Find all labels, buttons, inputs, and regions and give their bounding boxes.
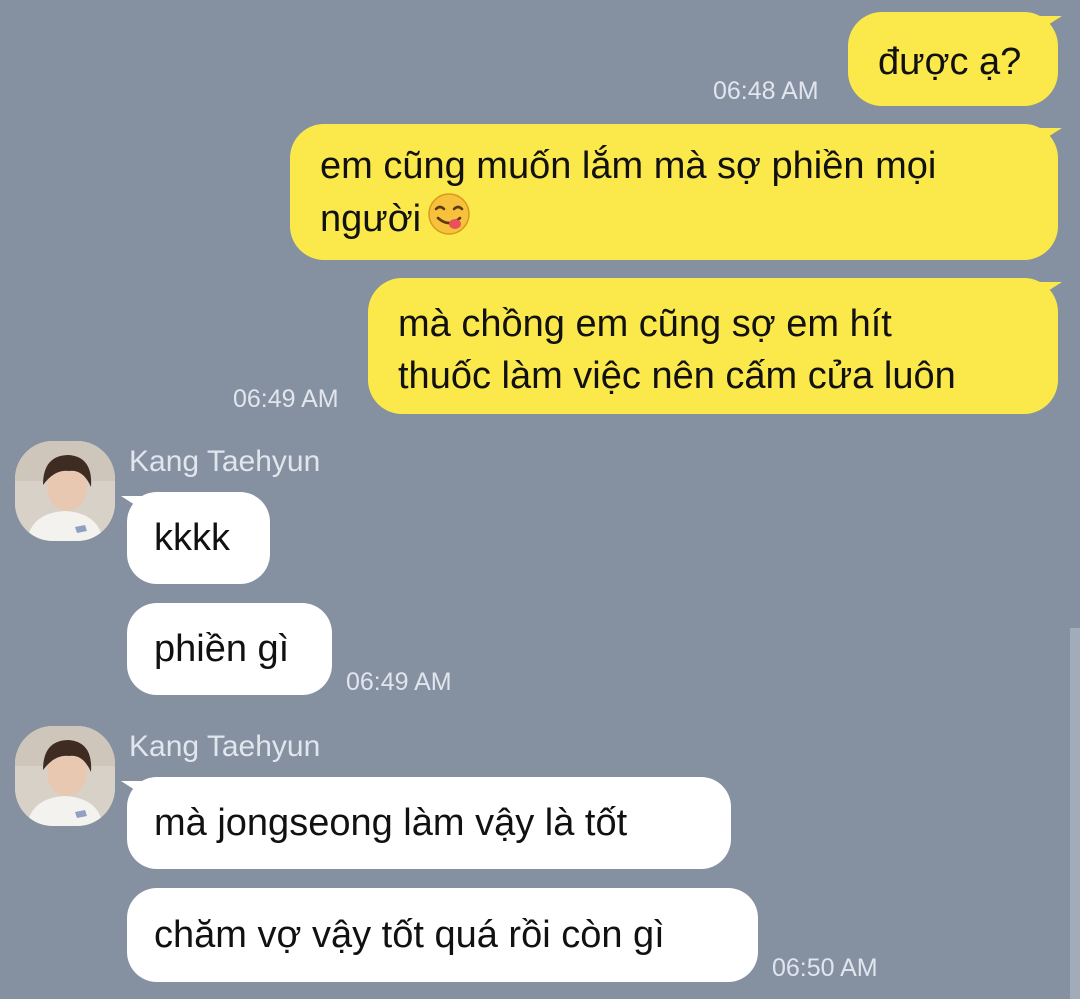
message-text: kkkk: [154, 517, 230, 559]
bubble-tail: [121, 496, 143, 510]
scrollbar[interactable]: [1070, 628, 1080, 999]
message-text: chăm vợ vậy tốt quá rồi còn gì: [154, 914, 665, 956]
message-timestamp: 06:50 AM: [772, 954, 878, 982]
incoming-message-4[interactable]: chăm vợ vậy tốt quá rồi còn gì: [127, 888, 758, 982]
message-text: được ạ?: [878, 41, 1022, 83]
message-text: phiền gì: [154, 628, 290, 670]
incoming-message-2[interactable]: phiền gì: [127, 603, 332, 695]
message-text-line-2: thuốc làm việc nên cấm cửa luôn: [398, 355, 956, 397]
incoming-message-1[interactable]: kkkk: [127, 492, 270, 584]
outgoing-message-3[interactable]: mà chồng em cũng sợ em hít thuốc làm việ…: [368, 278, 1058, 414]
avatar[interactable]: [15, 726, 115, 826]
message-timestamp: 06:49 AM: [233, 385, 339, 413]
message-timestamp: 06:49 AM: [346, 668, 452, 696]
bubble-tail: [1040, 128, 1062, 142]
message-text-line: mà chồng em cũng sợ em hít: [398, 303, 892, 345]
outgoing-message-1[interactable]: được ạ?: [848, 12, 1058, 106]
bubble-tail: [121, 781, 143, 795]
message-timestamp: 06:48 AM: [713, 77, 819, 105]
message-text-line-2: người: [320, 192, 1058, 250]
sender-name: Kang Taehyun: [129, 730, 321, 763]
message-text-line: em cũng muốn lắm mà sợ phiền mọi: [320, 145, 937, 187]
message-text: mà jongseong làm vậy là tốt: [154, 802, 628, 844]
bubble-tail: [1040, 282, 1062, 296]
sender-name: Kang Taehyun: [129, 445, 321, 478]
bubble-tail: [1040, 16, 1062, 30]
avatar[interactable]: [15, 441, 115, 541]
outgoing-message-2[interactable]: em cũng muốn lắm mà sợ phiền mọi người: [290, 124, 1058, 260]
face-savoring-food-emoji: [427, 192, 471, 250]
incoming-message-3[interactable]: mà jongseong làm vậy là tốt: [127, 777, 731, 869]
